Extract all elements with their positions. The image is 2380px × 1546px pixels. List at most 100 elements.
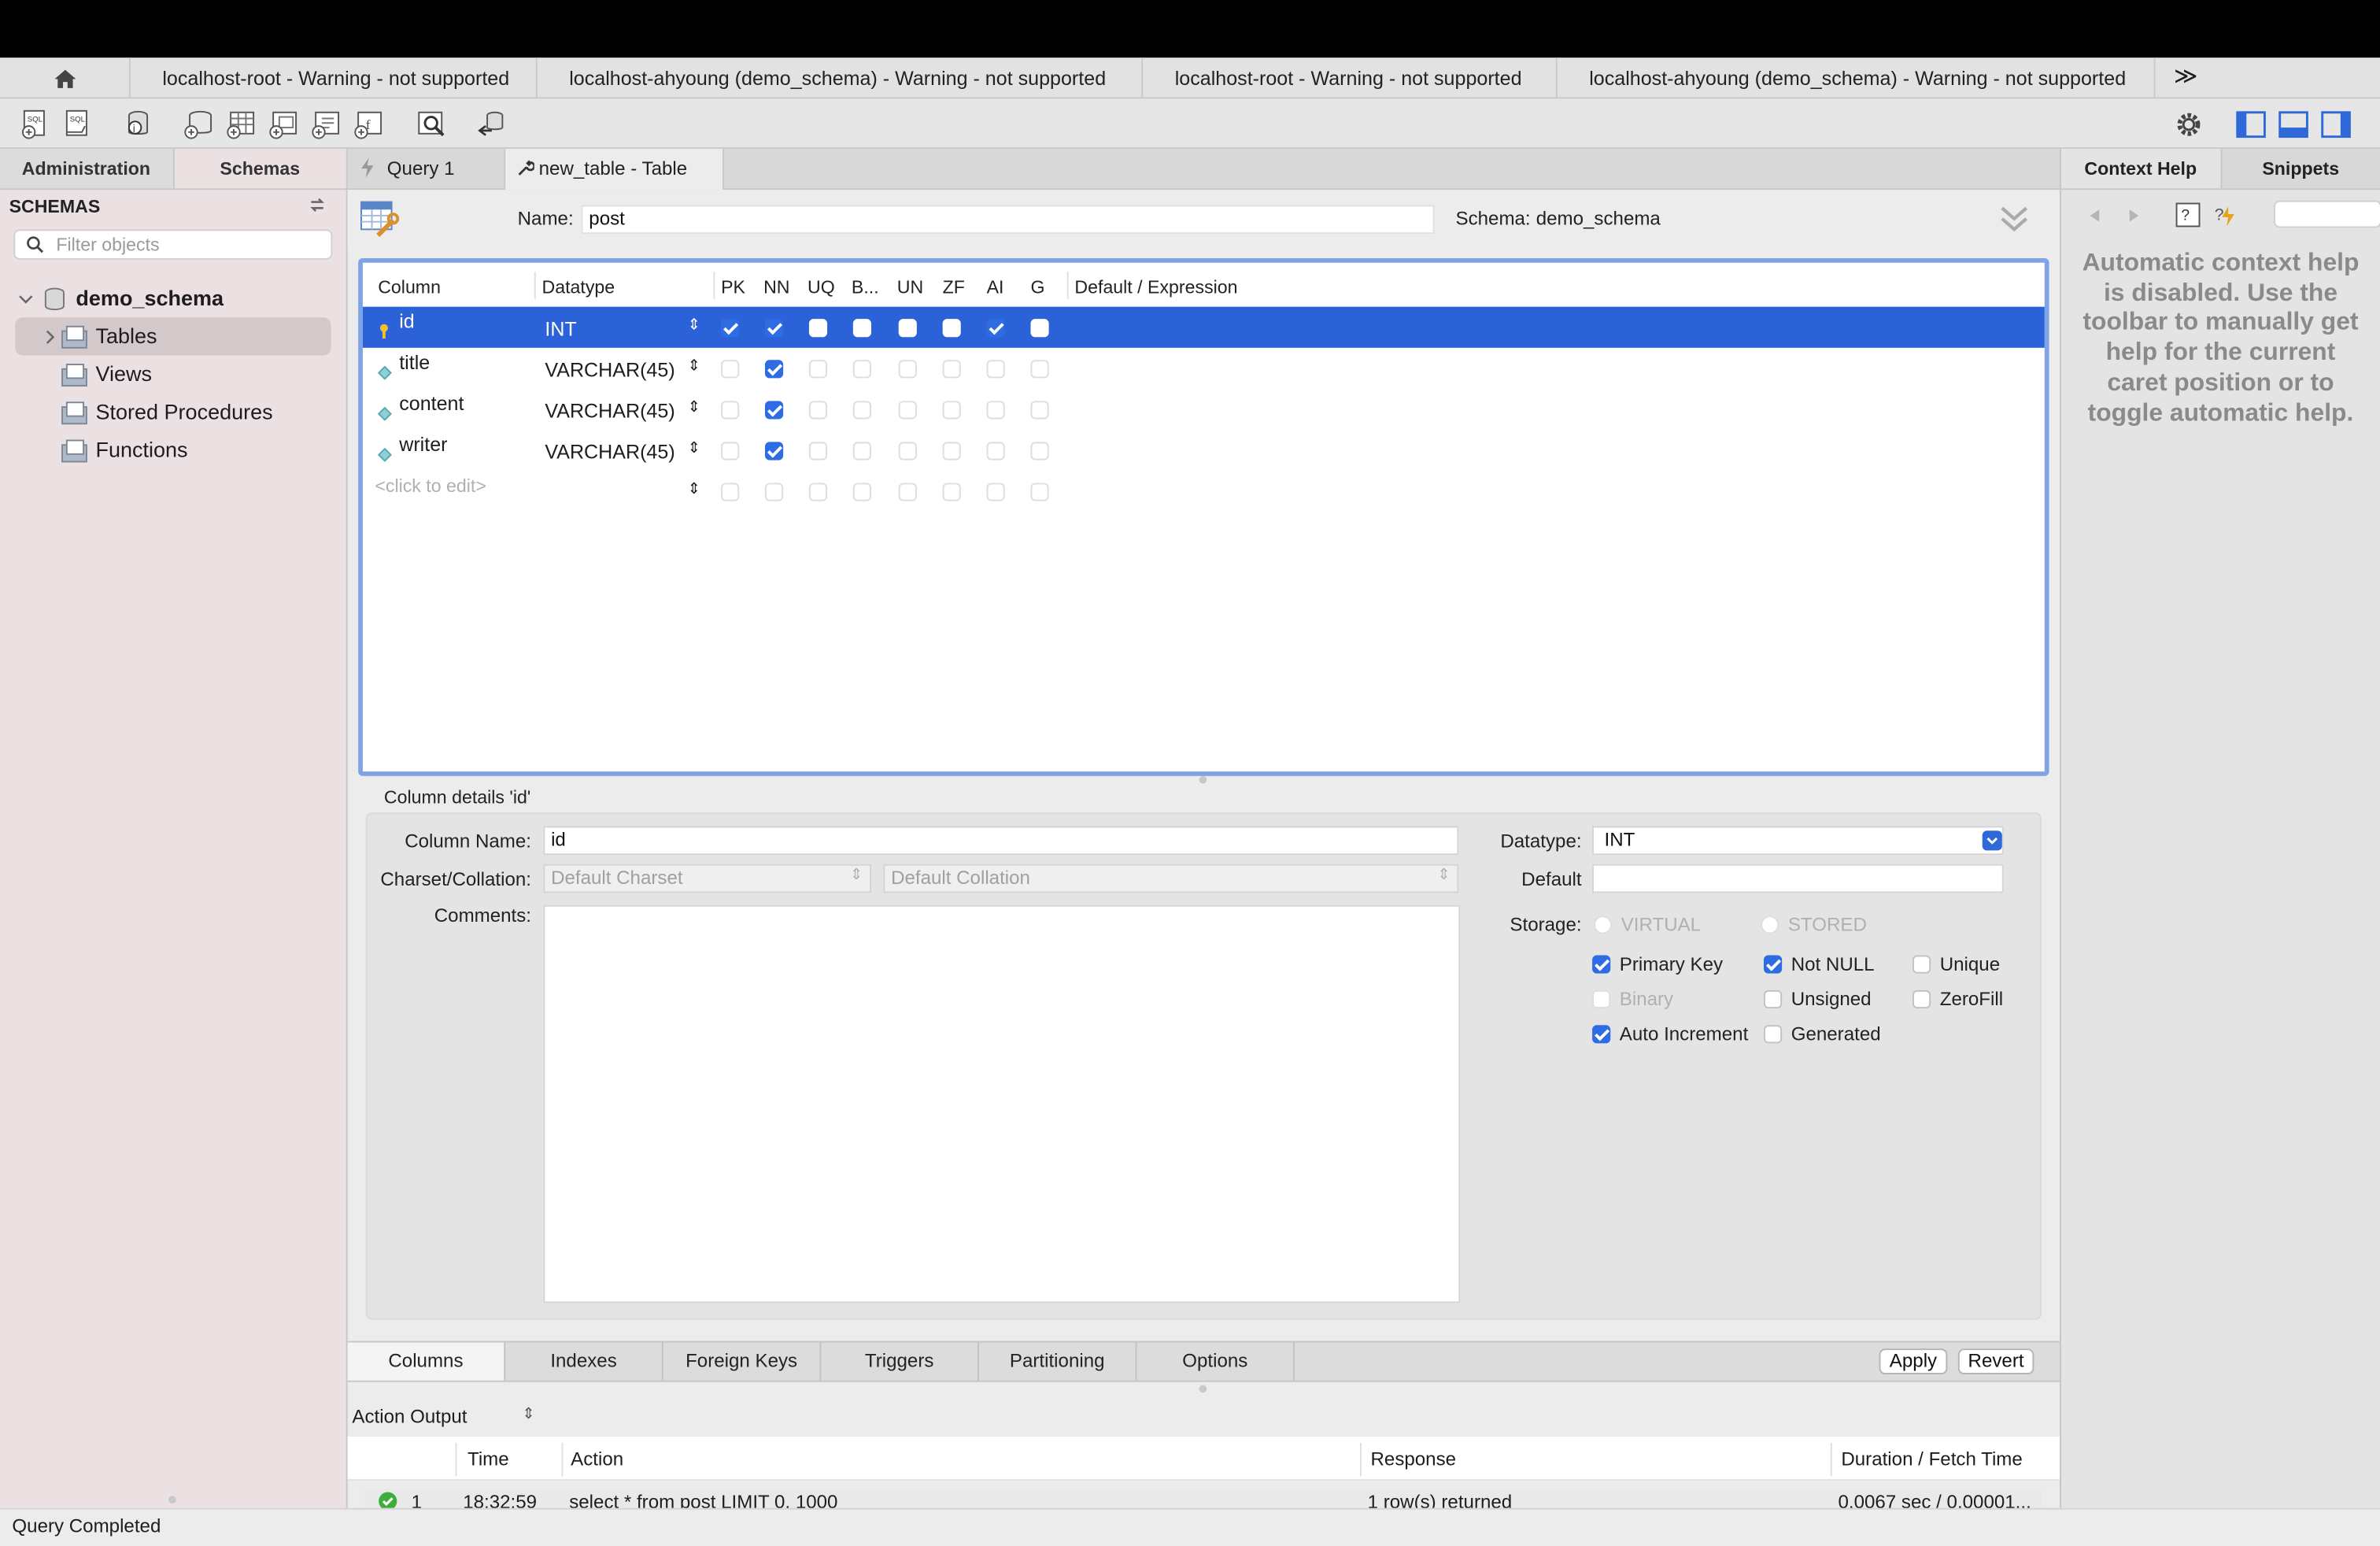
- select-arrows-icon[interactable]: ⇕: [688, 482, 700, 498]
- tab-indexes[interactable]: Indexes: [505, 1342, 663, 1381]
- header-default-expression[interactable]: Default / Expression: [1074, 276, 1237, 298]
- connection-tab-1[interactable]: localhost-root - Warning - not supported: [131, 57, 538, 99]
- select-arrows-icon[interactable]: ⇕: [688, 399, 700, 416]
- flag-checkbox[interactable]: [721, 319, 740, 338]
- tab-administration[interactable]: Administration: [0, 149, 172, 189]
- create-function-icon[interactable]: f: [352, 108, 385, 141]
- tree-item-tables[interactable]: Tables: [15, 317, 331, 356]
- splitter-handle[interactable]: [168, 1496, 176, 1503]
- collation-select[interactable]: Default Collation: [883, 864, 1459, 893]
- flag-checkbox[interactable]: [1030, 442, 1049, 460]
- charset-select[interactable]: Default Charset: [543, 864, 871, 893]
- flag-checkbox[interactable]: [986, 319, 1005, 338]
- manual-help-icon[interactable]: ?: [2175, 202, 2201, 228]
- flag-checkbox[interactable]: [852, 319, 871, 338]
- flag-checkbox[interactable]: [808, 360, 828, 379]
- primary-key-checkbox[interactable]: Primary Key: [1592, 954, 1723, 975]
- flag-checkbox[interactable]: [898, 319, 917, 338]
- flag-checkbox[interactable]: [986, 483, 1005, 501]
- datatype-select[interactable]: INT: [1592, 826, 2004, 856]
- flag-checkbox[interactable]: [764, 319, 784, 338]
- flag-checkbox[interactable]: [721, 360, 740, 379]
- chevron-down-icon[interactable]: [18, 293, 33, 305]
- select-arrows-icon[interactable]: ⇕: [688, 358, 700, 375]
- header-zf[interactable]: ZF: [943, 276, 965, 298]
- revert-button[interactable]: Revert: [1957, 1348, 2034, 1374]
- flag-checkbox[interactable]: [986, 360, 1005, 379]
- column-row[interactable]: title VARCHAR(45) ⇕: [363, 348, 2045, 389]
- datatype-cell[interactable]: VARCHAR(45): [545, 358, 674, 381]
- tree-item-views[interactable]: Views: [0, 355, 348, 393]
- header-column[interactable]: Column: [378, 276, 441, 298]
- column-name-cell[interactable]: title: [399, 351, 430, 374]
- zerofill-checkbox[interactable]: ZeroFill: [1912, 989, 2003, 1010]
- connection-tab-2[interactable]: localhost-ahyoung (demo_schema) - Warnin…: [538, 57, 1144, 99]
- new-sql-tab-icon[interactable]: SQL: [18, 108, 51, 141]
- chevron-right-icon[interactable]: [44, 330, 56, 345]
- tab-options[interactable]: Options: [1136, 1342, 1295, 1381]
- generated-checkbox[interactable]: Generated: [1763, 1023, 1881, 1045]
- flag-checkbox[interactable]: [852, 360, 871, 379]
- settings-icon[interactable]: [2172, 108, 2205, 141]
- tree-item-functions[interactable]: Functions: [0, 431, 348, 469]
- default-input[interactable]: [1592, 864, 2004, 893]
- create-schema-icon[interactable]: [182, 108, 215, 141]
- flag-checkbox[interactable]: [721, 442, 740, 460]
- datatype-cell[interactable]: VARCHAR(45): [545, 399, 674, 422]
- output-row[interactable]: 1 18:32:59 select * from post LIMIT 0, 1…: [364, 1488, 2042, 1510]
- more-tabs-button[interactable]: ≫: [2156, 57, 2216, 97]
- new-column-row[interactable]: <click to edit> ⇕: [363, 471, 2045, 512]
- flag-checkbox[interactable]: [852, 483, 871, 501]
- create-view-icon[interactable]: [267, 108, 300, 141]
- column-name-cell[interactable]: writer: [399, 433, 447, 456]
- collapse-chevron-icon[interactable]: [1999, 204, 2030, 235]
- toggle-output-icon[interactable]: [2277, 108, 2310, 141]
- column-row[interactable]: content VARCHAR(45) ⇕: [363, 389, 2045, 430]
- flag-checkbox[interactable]: [1030, 401, 1049, 420]
- auto-increment-checkbox[interactable]: Auto Increment: [1592, 1023, 1748, 1045]
- schema-node[interactable]: demo_schema: [0, 279, 348, 317]
- flag-checkbox[interactable]: [1030, 360, 1049, 379]
- comments-textarea[interactable]: [543, 904, 1461, 1304]
- flag-checkbox[interactable]: [721, 483, 740, 501]
- flag-checkbox[interactable]: [764, 442, 784, 460]
- flag-checkbox[interactable]: [986, 401, 1005, 420]
- filter-objects-input[interactable]: Filter objects: [13, 229, 333, 260]
- tab-new-table[interactable]: new_table - Table: [505, 149, 724, 190]
- storage-virtual-radio[interactable]: VIRTUAL: [1593, 914, 1701, 935]
- unique-checkbox[interactable]: Unique: [1912, 954, 2000, 975]
- select-arrows-icon[interactable]: ⇕: [522, 1407, 534, 1423]
- click-to-edit-placeholder[interactable]: <click to edit>: [375, 475, 486, 497]
- tab-foreign-keys[interactable]: Foreign Keys: [663, 1342, 822, 1381]
- flag-checkbox[interactable]: [1030, 319, 1049, 338]
- not-null-checkbox[interactable]: Not NULL: [1763, 954, 1875, 975]
- flag-checkbox[interactable]: [721, 401, 740, 420]
- reconnect-icon[interactable]: [475, 108, 508, 141]
- create-procedure-icon[interactable]: [309, 108, 342, 141]
- open-sql-script-icon[interactable]: SQL: [61, 108, 94, 141]
- flag-checkbox[interactable]: [764, 401, 784, 420]
- splitter-handle[interactable]: [1199, 1385, 1207, 1393]
- tab-snippets[interactable]: Snippets: [2221, 149, 2380, 189]
- flag-checkbox[interactable]: [942, 483, 961, 501]
- auto-help-icon[interactable]: ?: [2213, 202, 2239, 228]
- splitter-handle[interactable]: [1199, 775, 1207, 784]
- apply-button[interactable]: Apply: [1879, 1348, 1948, 1374]
- flag-checkbox[interactable]: [942, 319, 961, 338]
- flag-checkbox[interactable]: [1030, 483, 1049, 501]
- connection-tab-4[interactable]: localhost-ahyoung (demo_schema) - Warnin…: [1558, 57, 2156, 99]
- tree-item-stored-procedures[interactable]: Stored Procedures: [0, 394, 348, 431]
- flag-checkbox[interactable]: [898, 442, 917, 460]
- select-arrows-icon[interactable]: ⇕: [688, 440, 700, 457]
- header-g[interactable]: G: [1030, 276, 1044, 298]
- back-arrow-icon[interactable]: [2087, 208, 2102, 223]
- tab-partitioning[interactable]: Partitioning: [979, 1342, 1137, 1381]
- header-nn[interactable]: NN: [763, 276, 789, 298]
- unsigned-checkbox[interactable]: Unsigned: [1763, 989, 1872, 1010]
- header-binary[interactable]: B...: [852, 276, 879, 298]
- output-selector[interactable]: Action Output: [352, 1407, 467, 1428]
- toggle-sidebar-icon[interactable]: [2234, 108, 2267, 141]
- storage-stored-radio[interactable]: STORED: [1761, 914, 1867, 935]
- flag-checkbox[interactable]: [808, 483, 828, 501]
- flag-checkbox[interactable]: [764, 483, 784, 501]
